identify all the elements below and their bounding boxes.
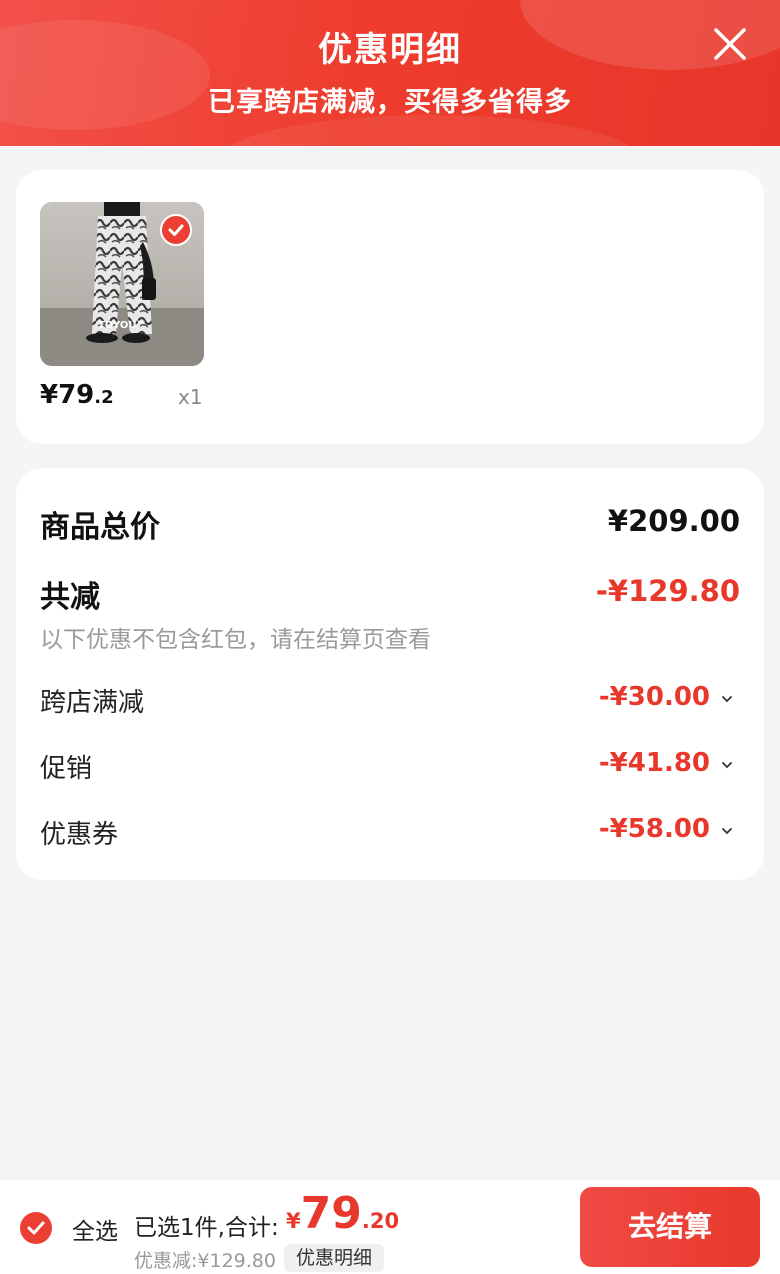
discount-row-cross-store[interactable]: 跨店满减 -¥30.00	[40, 680, 740, 720]
discount-row-coupon[interactable]: 优惠券 -¥58.00	[40, 812, 740, 852]
discount-value: -¥41.80	[598, 748, 710, 778]
chevron-down-icon	[722, 762, 732, 769]
total-reduction-row: 共减 -¥129.80	[40, 572, 740, 615]
svg-text:TOYOU™: TOYOU™	[98, 320, 146, 331]
total-price-label: 商品总价	[40, 510, 160, 545]
header-banner: 优惠明细 已享跨店满减，买得多省得多	[0, 0, 780, 146]
product-selected-checkbox[interactable]	[160, 214, 192, 246]
product-thumbnail[interactable]: TOYOU™	[40, 202, 204, 366]
discount-row-promotion[interactable]: 促销 -¥41.80	[40, 746, 740, 786]
total-price-value: ¥209.00	[607, 504, 740, 538]
page-title: 优惠明细	[318, 30, 462, 70]
product-card: TOYOU™ ¥79.2 x1	[16, 170, 764, 444]
product-quantity: x1	[178, 385, 203, 409]
select-all-checkbox[interactable]	[20, 1212, 52, 1244]
discount-value: -¥30.00	[598, 682, 710, 712]
header-decoration	[220, 115, 640, 146]
saving-amount: 优惠减:¥129.80	[134, 1250, 276, 1272]
discount-summary-card: 商品总价 ¥209.00 共减 -¥129.80 以下优惠不包含红包，请在结算页…	[16, 468, 764, 880]
checkout-total-price: ¥79.20	[286, 1188, 400, 1239]
page-subtitle: 已享跨店满减，买得多省得多	[208, 87, 572, 118]
discount-label: 促销	[40, 754, 93, 784]
discount-note: 以下优惠不包含红包，请在结算页查看	[40, 627, 431, 653]
total-reduction-label: 共减	[40, 580, 100, 615]
selected-count-text: 已选1件,合计:	[134, 1215, 279, 1241]
select-all-label[interactable]: 全选	[72, 1212, 118, 1246]
total-price-row: 商品总价 ¥209.00	[40, 502, 740, 545]
checkout-bar: 全选 已选1件,合计: ¥79.20 优惠减:¥129.80 优惠明细 去结算	[0, 1180, 780, 1274]
discount-label: 跨店满减	[40, 688, 145, 718]
checkout-button[interactable]: 去结算	[580, 1187, 760, 1267]
chevron-down-icon	[722, 696, 732, 703]
product-price: ¥79.2	[40, 380, 114, 410]
chevron-down-icon	[722, 828, 732, 835]
discount-label: 优惠券	[40, 820, 119, 850]
discount-value: -¥58.00	[598, 814, 710, 844]
total-reduction-value: -¥129.80	[595, 574, 740, 608]
close-icon[interactable]	[710, 24, 750, 64]
discount-detail-button[interactable]: 优惠明细	[284, 1244, 385, 1272]
